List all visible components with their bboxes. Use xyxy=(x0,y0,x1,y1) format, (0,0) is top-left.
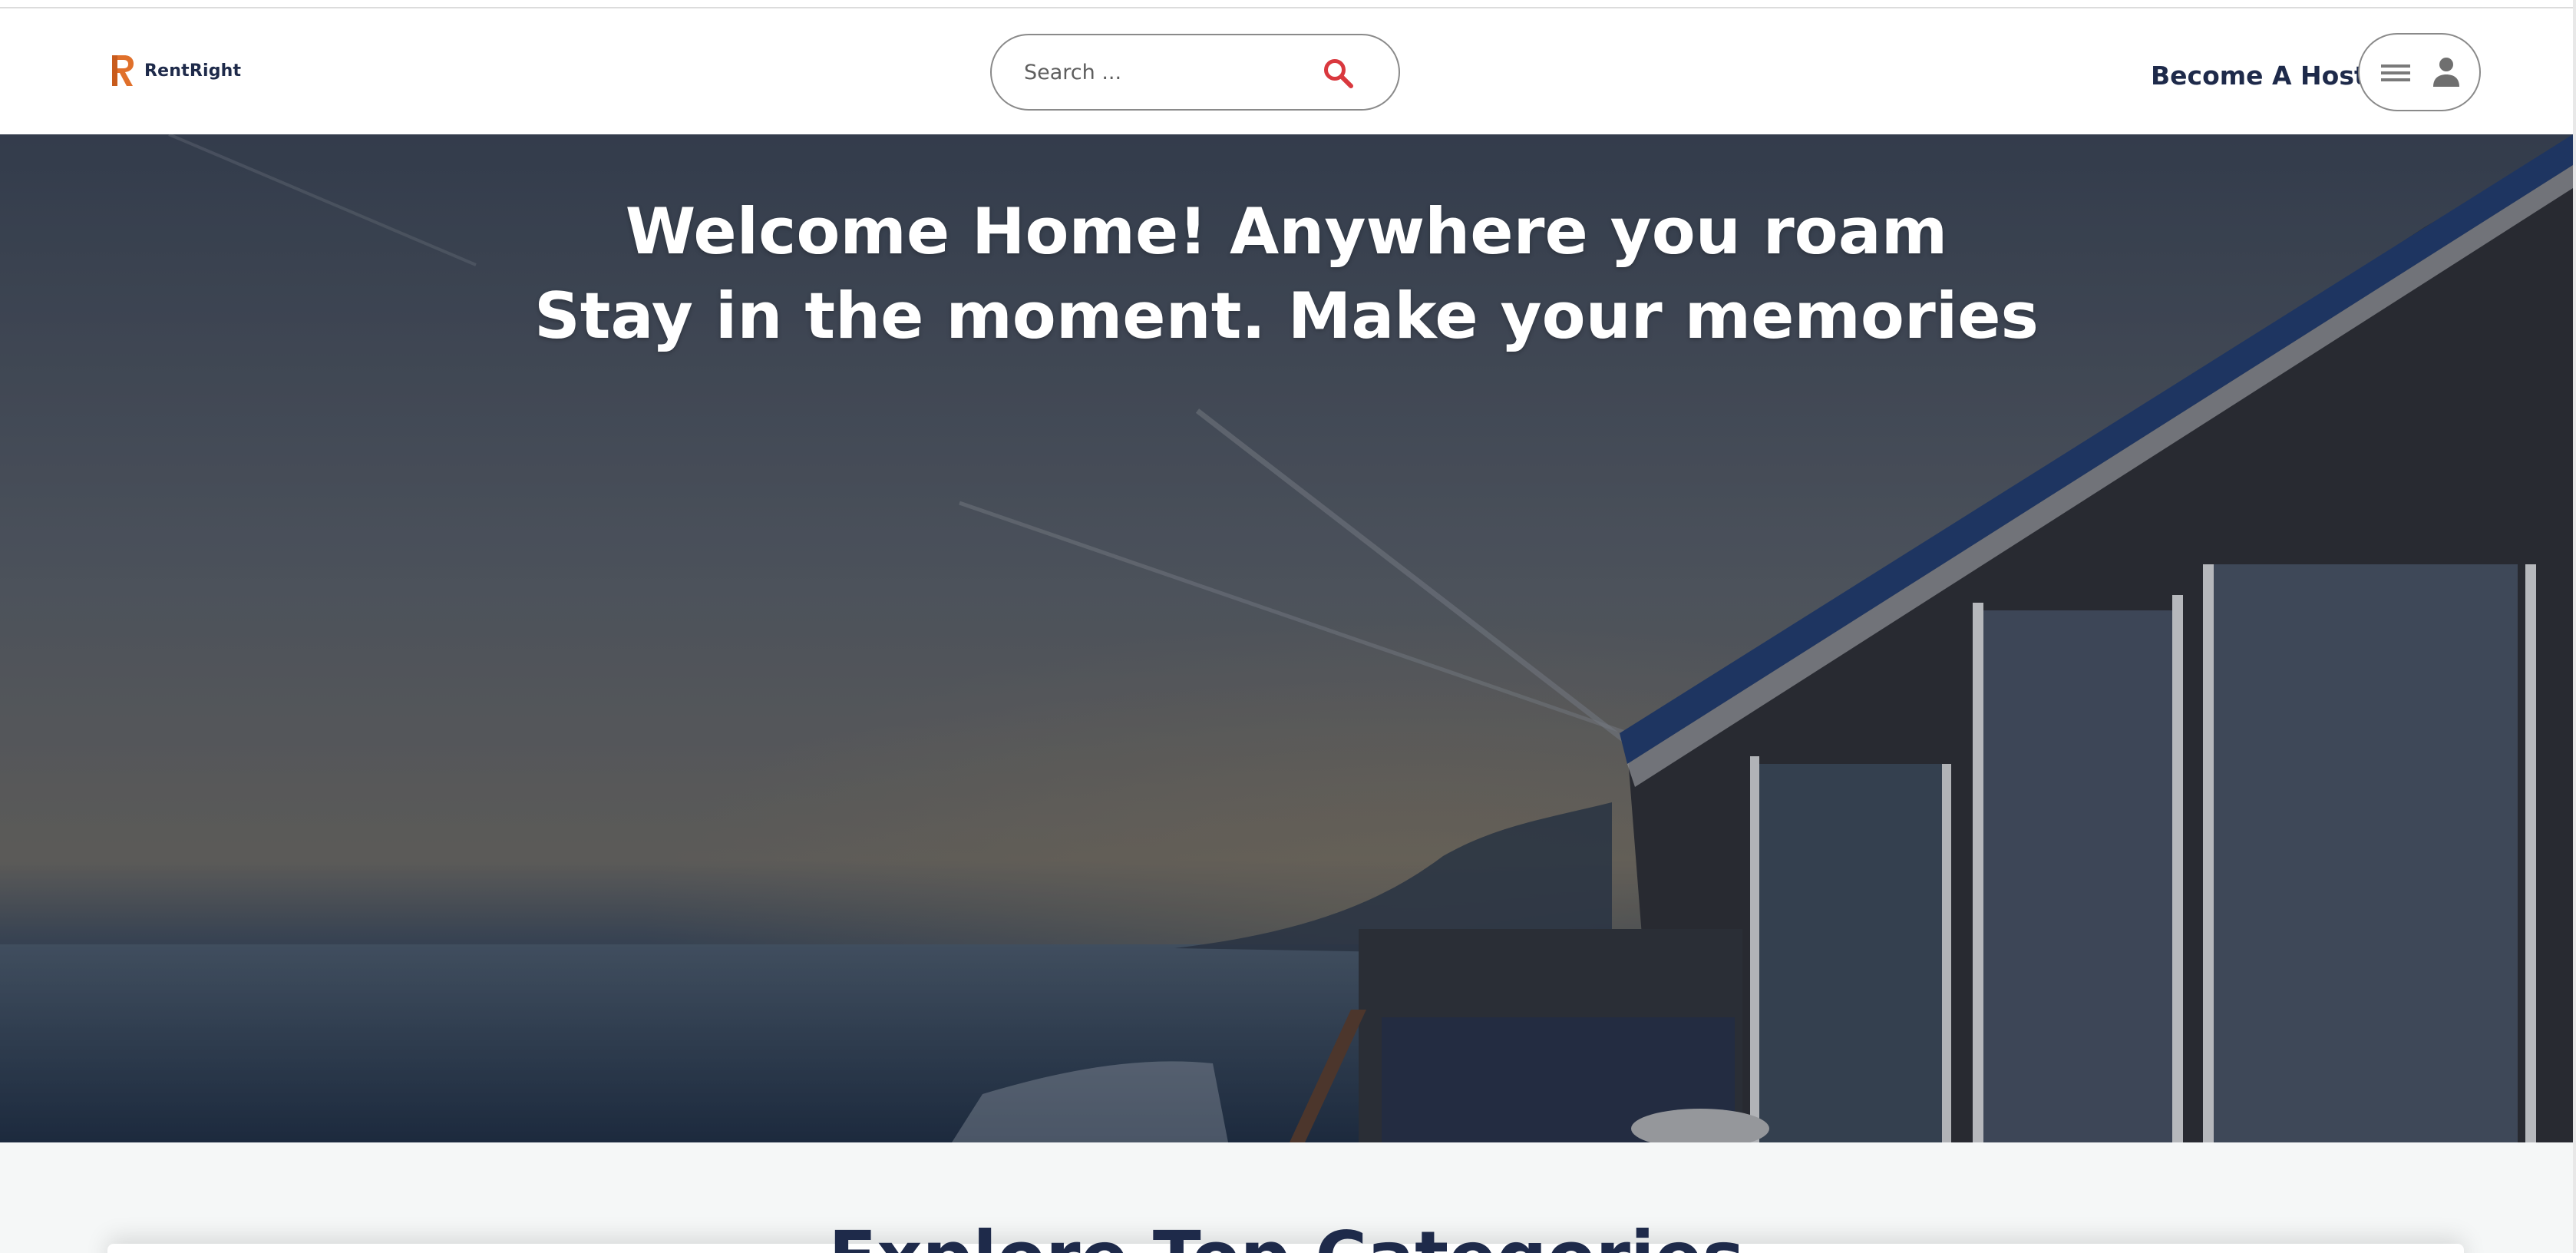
hero-headline-line-2: Stay in the moment. Make your memories xyxy=(534,279,2039,353)
page-scrollbar[interactable] xyxy=(2573,0,2576,1253)
explore-categories-section: Explore Top Categories xyxy=(0,1142,2573,1253)
search-input[interactable] xyxy=(1022,59,1317,85)
search-bar xyxy=(990,34,1400,111)
hamburger-menu-icon xyxy=(2381,64,2410,81)
site-header: RentRight Become A Host xyxy=(0,8,2573,134)
search-icon[interactable] xyxy=(1322,57,1354,89)
categories-heading: Explore Top Categories xyxy=(0,1219,2573,1253)
become-a-host-link[interactable]: Become A Host xyxy=(2151,61,2366,91)
person-icon xyxy=(2433,58,2459,87)
logo-link[interactable]: RentRight xyxy=(109,50,241,91)
hero-headline: Welcome Home! Anywhere you roam Stay in … xyxy=(0,190,2573,359)
logo-text: RentRight xyxy=(144,61,242,81)
hero-headline-line-1: Welcome Home! Anywhere you roam xyxy=(625,194,1948,269)
page: RentRight Become A Host xyxy=(0,0,2576,1253)
user-menu-button[interactable] xyxy=(2358,33,2481,111)
hero-banner: Welcome Home! Anywhere you roam Stay in … xyxy=(0,134,2573,1142)
rentright-logo-icon xyxy=(112,55,134,86)
